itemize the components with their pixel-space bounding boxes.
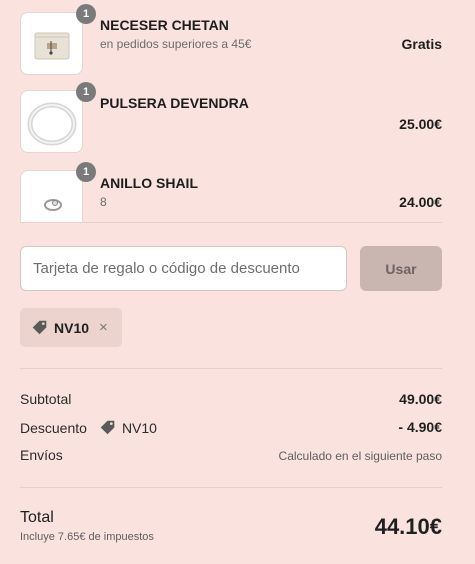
discount-label: Descuento (20, 419, 87, 436)
product-thumbnail-pulsera (20, 90, 83, 153)
product-thumbnail-anillo (20, 170, 83, 222)
cart-item: 1 NECESER CHETAN en pedidos superiores a… (20, 4, 442, 76)
total-value: 44.10€ (374, 514, 442, 539)
product-subtitle: en pedidos superiores a 45€ (100, 37, 252, 51)
product-price: Gratis (401, 36, 442, 52)
apply-discount-button[interactable]: Usar (360, 246, 442, 291)
product-price: 25.00€ (399, 116, 442, 132)
applied-discount-tag: NV10 × (20, 308, 122, 347)
divider (20, 222, 442, 223)
applied-discount-code: NV10 (54, 319, 90, 336)
tag-icon (32, 320, 47, 335)
ring-image-icon (44, 199, 62, 211)
product-name: PULSERA DEVENDRA (100, 95, 249, 111)
cart-item: 1 PULSERA DEVENDRA 25.00€ (20, 82, 442, 154)
product-price: 24.00€ (399, 194, 442, 210)
quantity-badge: 1 (76, 162, 96, 182)
pouch-image-icon (34, 32, 70, 60)
subtotal-label: Subtotal (20, 391, 72, 407)
tax-note: Incluye 7.65€ de impuestos (20, 531, 154, 543)
remove-discount-icon[interactable]: × (99, 319, 108, 336)
bracelet-image-icon (27, 102, 77, 146)
discount-code-input[interactable] (20, 246, 347, 291)
discount-row: Descuento NV10 (20, 419, 157, 436)
tag-icon (100, 420, 115, 435)
total-label: Total (20, 509, 54, 526)
quantity-badge: 1 (76, 82, 96, 102)
divider (20, 487, 442, 488)
product-variant: 8 (100, 195, 107, 209)
cart-item: 1 ANILLO SHAIL 8 24.00€ (20, 162, 442, 222)
product-name: ANILLO SHAIL (100, 175, 198, 191)
shipping-label: Envíos (20, 447, 63, 463)
quantity-badge: 1 (76, 4, 96, 24)
product-name: NECESER CHETAN (100, 17, 229, 33)
product-thumbnail-neceser (20, 12, 83, 75)
subtotal-value: 49.00€ (399, 391, 442, 407)
divider (20, 368, 442, 369)
shipping-value: Calculado en el siguiente paso (278, 449, 442, 463)
discount-code: NV10 (121, 419, 157, 436)
discount-value: - 4.90€ (398, 419, 442, 435)
